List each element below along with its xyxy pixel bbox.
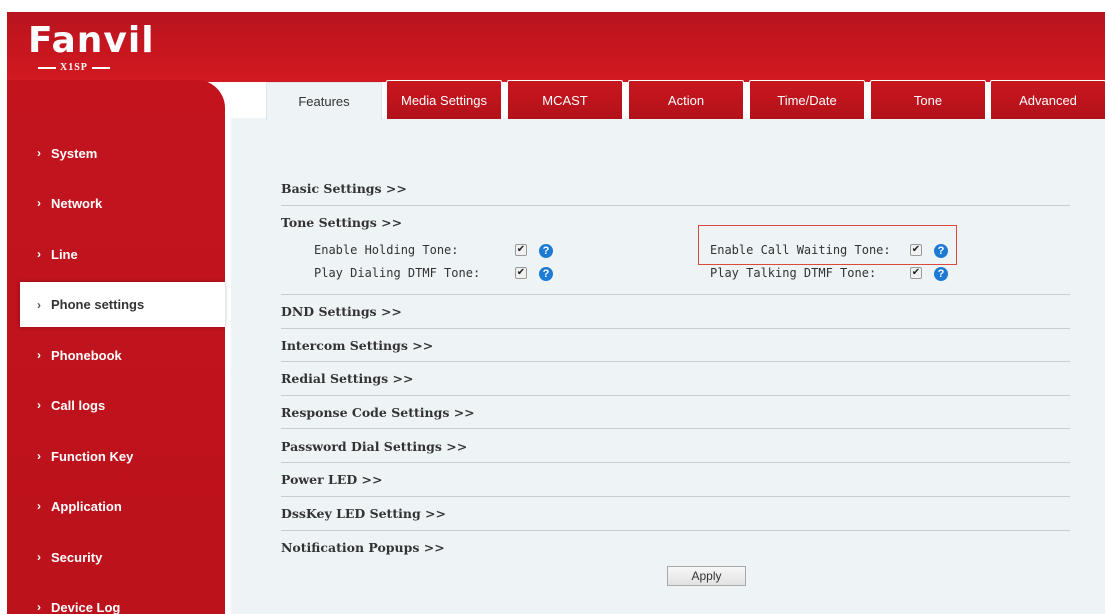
logo-line-left [38,66,56,69]
section-password-dial-settings[interactable]: Password Dial Settings >> [281,439,1070,454]
play-dialing-dtmf-tone-checkbox[interactable]: ✔ [515,267,527,279]
brand-name: Fanvil [28,20,155,61]
divider [281,361,1070,362]
sidebar-item-function-key[interactable]: › Function Key [7,436,225,476]
section-intercom-settings[interactable]: Intercom Settings >> [281,338,1070,353]
help-icon[interactable]: ? [539,267,553,281]
help-icon[interactable]: ? [539,244,553,258]
brand-logo: Fanvil X1SP [28,20,154,75]
chevron-right-icon: › [37,550,41,564]
sidebar-item-label: Security [51,549,103,565]
sidebar-item-label: Phonebook [51,347,122,363]
tab-features[interactable]: Features [266,82,382,120]
sidebar-item-label: Device Log [51,600,121,614]
section-dsskey-led-setting[interactable]: DssKey LED Setting >> [281,506,1070,521]
divider [281,294,1070,295]
help-icon[interactable]: ? [934,244,948,258]
apply-button[interactable]: Apply [667,566,746,586]
enable-holding-tone-checkbox[interactable]: ✔ [515,244,527,256]
divider [281,530,1070,531]
sidebar-item-label: Line [51,246,78,262]
chevron-right-icon: › [37,600,41,614]
play-talking-dtmf-tone-checkbox[interactable]: ✔ [910,267,922,279]
divider [281,462,1070,463]
sidebar-item-application[interactable]: › Application [7,486,225,526]
sidebar-item-label: System [51,145,98,161]
tab-bar: Features Media Settings MCAST Action Tim… [231,80,1105,120]
tab-time-date[interactable]: Time/Date [749,80,865,119]
sidebar-item-device-log[interactable]: › Device Log [7,587,225,614]
sidebar-item-system[interactable]: › System [7,133,225,173]
sidebar-item-phonebook[interactable]: › Phonebook [7,335,225,375]
chevron-right-icon: › [37,146,41,160]
sidebar: › System › Network › Line › Phone settin… [7,80,225,614]
section-redial-settings[interactable]: Redial Settings >> [281,371,1070,386]
sidebar-item-label: Network [51,195,103,211]
tab-action[interactable]: Action [628,80,744,119]
section-response-code-settings[interactable]: Response Code Settings >> [281,405,1070,420]
label-play-talking-dtmf-tone: Play Talking DTMF Tone: [710,266,877,280]
chevron-right-icon: › [37,247,41,261]
sidebar-item-label: Function Key [51,448,134,464]
tab-advanced[interactable]: Advanced [990,80,1105,119]
divider [281,395,1070,396]
sidebar-item-network[interactable]: › Network [7,183,225,223]
chevron-right-icon: › [37,398,41,412]
chevron-right-icon: › [37,499,41,513]
divider [281,328,1070,329]
help-icon[interactable]: ? [934,267,948,281]
model-name: X1SP [60,62,88,73]
tab-tone[interactable]: Tone [870,80,986,119]
tab-mcast[interactable]: MCAST [507,80,623,119]
sidebar-item-label: Application [51,498,122,514]
chevron-right-icon: › [37,449,41,463]
chevron-right-icon: › [37,348,41,362]
divider [281,496,1070,497]
section-basic-settings[interactable]: Basic Settings >> [281,181,1070,196]
chevron-right-icon: › [37,196,41,210]
divider [281,428,1070,429]
section-power-led[interactable]: Power LED >> [281,472,1070,487]
sidebar-item-label: Phone settings [51,297,145,312]
sidebar-item-label: Call logs [51,397,106,413]
tab-media-settings[interactable]: Media Settings [386,80,502,119]
chevron-right-icon: › [37,297,41,312]
sidebar-item-phone-settings[interactable]: › Phone settings [20,282,225,327]
label-enable-call-waiting-tone: Enable Call Waiting Tone: [710,243,891,257]
header-bar: Fanvil X1SP [7,12,1105,82]
section-dnd-settings[interactable]: DND Settings >> [281,304,1070,319]
sidebar-item-call-logs[interactable]: › Call logs [7,385,225,425]
sidebar-item-line[interactable]: › Line [7,234,225,274]
enable-call-waiting-tone-checkbox[interactable]: ✔ [910,244,922,256]
divider [281,205,1070,206]
section-notification-popups[interactable]: Notification Popups >> [281,540,1070,555]
sidebar-item-security[interactable]: › Security [7,537,225,577]
label-enable-holding-tone: Enable Holding Tone: [314,243,459,257]
label-play-dialing-dtmf-tone: Play Dialing DTMF Tone: [314,266,481,280]
logo-line-right [91,66,110,69]
